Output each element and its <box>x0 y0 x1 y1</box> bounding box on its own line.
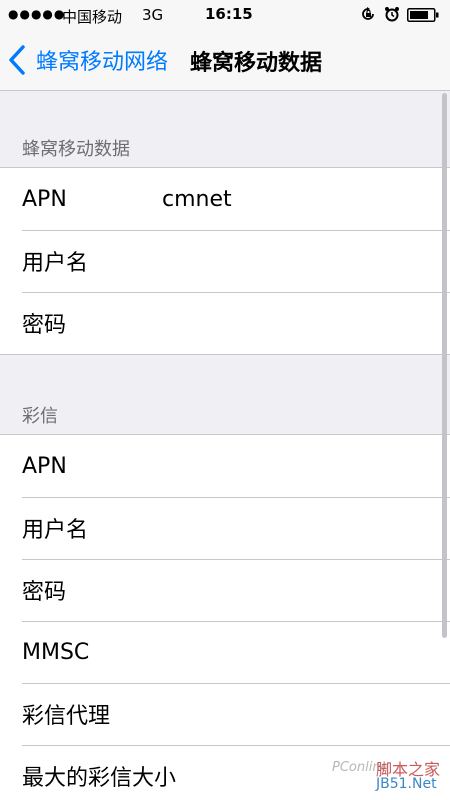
signal-strength: ●●●●● <box>8 7 66 21</box>
back-button[interactable]: 蜂窝移动网络 <box>8 42 168 78</box>
scrollbar[interactable] <box>442 93 447 638</box>
cellular-apn-label: APN <box>22 186 67 212</box>
screen: ●●●●● 中国移动 3G 16:15 蜂窝移动网络 蜂窝移动数据 蜂窝移动数据… <box>0 0 450 800</box>
mms-proxy-row[interactable]: 彩信代理 <box>0 683 450 745</box>
mms-apn-row[interactable]: APN <box>0 435 450 497</box>
status-bar: ●●●●● 中国移动 3G 16:15 <box>0 0 450 30</box>
mms-username-label: 用户名 <box>22 518 89 543</box>
network-type: 3G <box>142 6 164 24</box>
mmsc-row[interactable]: MMSC <box>0 621 450 683</box>
watermark: PConline 脚本之家 JB51.Net <box>330 752 448 796</box>
mms-password-row[interactable]: 密码 <box>0 559 450 621</box>
cellular-apn-row[interactable]: APN cmnet <box>0 168 450 230</box>
mms-password-label: 密码 <box>22 580 67 605</box>
back-button-label: 蜂窝移动网络 <box>36 50 169 75</box>
watermark-text-site: JB51.Net <box>376 776 437 792</box>
cellular-password-label: 密码 <box>22 313 67 338</box>
cellular-username-label: 用户名 <box>22 251 89 276</box>
cellular-data-group: APN cmnet 用户名 密码 <box>0 167 450 355</box>
status-time: 16:15 <box>205 5 253 23</box>
mms-group: APN 用户名 密码 MMSC 彩信代理 最大的彩信大小 <box>0 434 450 800</box>
mms-username-row[interactable]: 用户名 <box>0 497 450 559</box>
chevron-left-icon <box>9 45 25 75</box>
mms-proxy-label: 彩信代理 <box>22 704 111 729</box>
cellular-password-row[interactable]: 密码 <box>0 292 450 354</box>
cellular-username-row[interactable]: 用户名 <box>0 230 450 292</box>
rotation-lock-icon <box>362 7 374 20</box>
alarm-icon <box>385 7 399 22</box>
settings-list: 蜂窝移动数据 APN cmnet 用户名 密码 彩信 APN 用户名 密码 MM… <box>0 91 450 800</box>
page-title: 蜂窝移动数据 <box>190 51 323 76</box>
carrier-name: 中国移动 <box>62 8 123 26</box>
section-header-cellular-data: 蜂窝移动数据 <box>22 139 130 160</box>
mms-apn-label: APN <box>22 453 67 479</box>
mmsc-label: MMSC <box>22 639 90 665</box>
battery-icon <box>407 8 439 22</box>
cellular-apn-field[interactable]: cmnet <box>162 187 232 212</box>
nav-bar: 蜂窝移动网络 蜂窝移动数据 <box>0 30 450 91</box>
section-header-mms: 彩信 <box>22 406 58 427</box>
mms-max-size-label: 最大的彩信大小 <box>22 766 177 791</box>
